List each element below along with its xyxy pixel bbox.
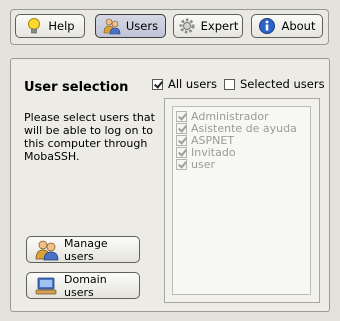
toolbar: Help Users Expert About xyxy=(10,9,329,45)
list-item: user xyxy=(173,157,310,171)
manage-users-button[interactable]: Manage users xyxy=(26,236,140,263)
expert-button-label: Expert xyxy=(200,19,239,33)
info-icon xyxy=(258,17,276,35)
page-title: User selection xyxy=(24,80,129,95)
user-selection-panel: User selection Please select users that … xyxy=(10,58,330,312)
domain-users-label: Domain users xyxy=(64,272,107,299)
domain-users-button[interactable]: Domain users xyxy=(26,272,140,299)
user-list: Administrador Asistente de ayuda ASPNET … xyxy=(164,98,320,303)
selected-users-label: Selected users xyxy=(240,77,325,91)
user-name: user xyxy=(191,157,215,171)
all-users-check-box[interactable] xyxy=(152,78,163,90)
user-list-box: Administrador Asistente de ayuda ASPNET … xyxy=(172,106,311,295)
about-button[interactable]: About xyxy=(251,14,323,38)
users-icon xyxy=(103,17,121,35)
all-users-label: All users xyxy=(168,77,217,91)
help-button-label: Help xyxy=(48,19,75,33)
users-button[interactable]: Users xyxy=(95,14,166,38)
users-button-label: Users xyxy=(125,19,159,33)
user-checkbox xyxy=(176,146,187,158)
gear-icon xyxy=(178,17,196,35)
manage-users-label: Manage users xyxy=(64,236,108,263)
help-button[interactable]: Help xyxy=(15,14,85,38)
user-checkbox xyxy=(176,158,187,170)
list-item: ASPNET xyxy=(173,134,310,147)
lightbulb-icon xyxy=(25,17,43,35)
selected-users-check-box[interactable] xyxy=(224,78,235,90)
list-item: Invitado xyxy=(173,146,310,159)
user-checkbox xyxy=(176,134,187,146)
list-item: Administrador xyxy=(173,110,310,123)
users-icon xyxy=(35,239,59,261)
selected-users-checkbox[interactable]: Selected users xyxy=(224,77,325,91)
user-checkbox xyxy=(176,122,187,134)
all-users-checkbox[interactable]: All users xyxy=(152,77,217,91)
about-button-label: About xyxy=(281,19,316,33)
description-text: Please select users that will be able to… xyxy=(24,111,155,163)
network-computer-icon xyxy=(35,275,59,297)
user-checkbox xyxy=(176,110,187,122)
list-item: Asistente de ayuda xyxy=(173,122,310,135)
expert-button[interactable]: Expert xyxy=(173,14,243,38)
